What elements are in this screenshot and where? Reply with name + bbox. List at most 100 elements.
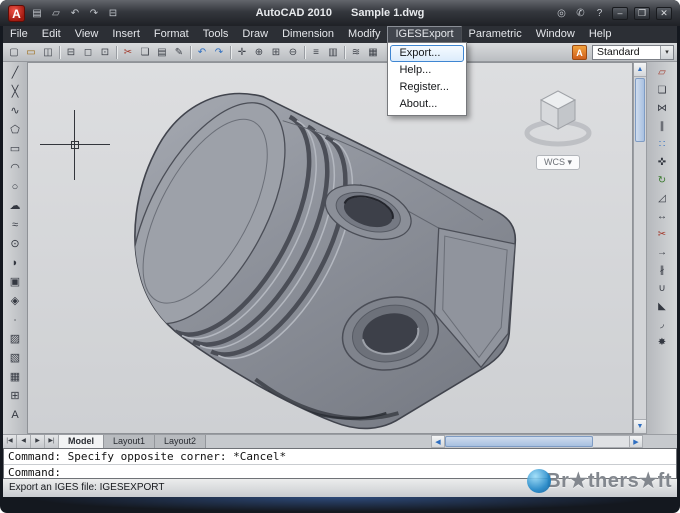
break-icon[interactable]: ∦ xyxy=(652,262,672,280)
menu-igesexport[interactable]: IGESExport Export... Help... Register...… xyxy=(387,26,468,116)
publish-icon[interactable]: ⊡ xyxy=(97,45,113,60)
copy-clip-icon[interactable]: ❏ xyxy=(137,45,153,60)
horizontal-scroll-thumb[interactable] xyxy=(445,436,593,447)
plot-tool-icon[interactable]: ⊟ xyxy=(63,45,79,60)
workspace-icon[interactable]: A xyxy=(572,44,587,60)
restore-button[interactable]: ❐ xyxy=(634,6,650,20)
wcs-selector[interactable]: WCS ▾ xyxy=(535,155,581,170)
fillet-icon[interactable]: ◞ xyxy=(652,316,672,334)
menu-file[interactable]: File xyxy=(3,26,35,43)
scroll-right-icon[interactable]: ▶ xyxy=(629,435,643,448)
insert-block-icon[interactable]: ▣ xyxy=(5,273,25,292)
redo-tool-icon[interactable]: ↷ xyxy=(211,45,227,60)
multiline-text-icon[interactable]: A xyxy=(5,406,25,425)
mirror-icon[interactable]: ⋈ xyxy=(652,100,672,118)
undo-tool-icon[interactable]: ↶ xyxy=(194,45,210,60)
menu-item-about[interactable]: About... xyxy=(390,96,464,113)
chevron-down-icon[interactable]: ▾ xyxy=(660,45,673,59)
paste-icon[interactable]: ▤ xyxy=(154,45,170,60)
viewcube[interactable]: WCS ▾ xyxy=(522,83,594,170)
communication-center-icon[interactable]: ✆ xyxy=(574,8,587,19)
layer-properties-icon[interactable]: ▦ xyxy=(365,45,381,60)
scale-icon[interactable]: ◿ xyxy=(652,190,672,208)
plot-preview-icon[interactable]: ◻ xyxy=(80,45,96,60)
minimize-button[interactable]: – xyxy=(612,6,628,20)
drawing-viewport[interactable]: WCS ▾ xyxy=(27,62,633,434)
save-icon[interactable]: ◫ xyxy=(40,45,56,60)
offset-icon[interactable]: ∥ xyxy=(652,118,672,136)
first-tab-icon[interactable]: |◀ xyxy=(3,435,17,448)
zoom-realtime-icon[interactable]: ⊕ xyxy=(251,45,267,60)
trim-icon[interactable]: ✂ xyxy=(652,226,672,244)
scroll-left-icon[interactable]: ◀ xyxy=(431,435,445,448)
style-dropdown[interactable]: Standard ▾ xyxy=(592,44,674,60)
scroll-up-icon[interactable]: ▲ xyxy=(634,63,646,77)
previous-tab-icon[interactable]: ◀ xyxy=(17,435,31,448)
tab-model[interactable]: Model xyxy=(59,435,104,448)
ellipse-arc-icon[interactable]: ◗ xyxy=(5,254,25,273)
horizontal-scrollbar[interactable]: ◀ ▶ xyxy=(431,435,643,448)
menu-item-help[interactable]: Help... xyxy=(390,62,464,79)
menu-view[interactable]: View xyxy=(68,26,106,43)
tab-layout2[interactable]: Layout2 xyxy=(155,435,207,448)
ellipse-icon[interactable]: ⊙ xyxy=(5,235,25,254)
cut-icon[interactable]: ✂ xyxy=(120,45,136,60)
chamfer-icon[interactable]: ◣ xyxy=(652,298,672,316)
open-file-icon[interactable]: ▭ xyxy=(23,45,39,60)
point-icon[interactable]: ∙ xyxy=(5,311,25,330)
menu-tools[interactable]: Tools xyxy=(196,26,236,43)
vertical-scroll-thumb[interactable] xyxy=(635,78,645,142)
properties-icon[interactable]: ≡ xyxy=(308,45,324,60)
menu-format[interactable]: Format xyxy=(147,26,196,43)
pan-icon[interactable]: ✛ xyxy=(234,45,250,60)
menu-draw[interactable]: Draw xyxy=(235,26,275,43)
spline-icon[interactable]: ≈ xyxy=(5,216,25,235)
copy-object-icon[interactable]: ❏ xyxy=(652,82,672,100)
match-properties-icon[interactable]: ✎ xyxy=(171,45,187,60)
arc-icon[interactable]: ◠ xyxy=(5,159,25,178)
explode-icon[interactable]: ✸ xyxy=(652,334,672,352)
revision-cloud-icon[interactable]: ☁ xyxy=(5,197,25,216)
menu-insert[interactable]: Insert xyxy=(105,26,147,43)
table-icon[interactable]: ⊞ xyxy=(5,387,25,406)
help-icon[interactable]: ? xyxy=(593,8,606,19)
menu-edit[interactable]: Edit xyxy=(35,26,68,43)
join-icon[interactable]: ∪ xyxy=(652,280,672,298)
scroll-down-icon[interactable]: ▼ xyxy=(634,419,646,433)
menu-item-register[interactable]: Register... xyxy=(390,79,464,96)
horizontal-scroll-track[interactable] xyxy=(593,435,629,448)
next-tab-icon[interactable]: ▶ xyxy=(31,435,45,448)
viewcube-icon[interactable] xyxy=(523,83,593,147)
stretch-icon[interactable]: ↔ xyxy=(652,208,672,226)
menu-parametric[interactable]: Parametric xyxy=(462,26,529,43)
line-icon[interactable]: ╱ xyxy=(5,64,25,83)
polygon-icon[interactable]: ⬠ xyxy=(5,121,25,140)
menu-dimension[interactable]: Dimension xyxy=(275,26,341,43)
gradient-icon[interactable]: ▧ xyxy=(5,349,25,368)
zoom-previous-icon[interactable]: ⊖ xyxy=(285,45,301,60)
menu-item-export[interactable]: Export... xyxy=(390,45,465,62)
menu-window[interactable]: Window xyxy=(529,26,582,43)
design-center-icon[interactable]: ▥ xyxy=(325,45,341,60)
vertical-scroll-track[interactable] xyxy=(634,143,646,419)
vertical-scrollbar[interactable]: ▲ ▼ xyxy=(633,62,647,434)
hatch-icon[interactable]: ▨ xyxy=(5,330,25,349)
polyline-icon[interactable]: ∿ xyxy=(5,102,25,121)
circle-icon[interactable]: ○ xyxy=(5,178,25,197)
search-icon[interactable]: ◎ xyxy=(555,8,568,19)
rotate-icon[interactable]: ↻ xyxy=(652,172,672,190)
construction-line-icon[interactable]: ╳ xyxy=(5,83,25,102)
make-block-icon[interactable]: ◈ xyxy=(5,292,25,311)
rectangle-icon[interactable]: ▭ xyxy=(5,140,25,159)
layers-icon[interactable]: ≋ xyxy=(348,45,364,60)
last-tab-icon[interactable]: ▶| xyxy=(45,435,59,448)
menu-modify[interactable]: Modify xyxy=(341,26,387,43)
zoom-window-icon[interactable]: ⊞ xyxy=(268,45,284,60)
erase-icon[interactable]: ▱ xyxy=(652,64,672,82)
region-icon[interactable]: ▦ xyxy=(5,368,25,387)
menu-help[interactable]: Help xyxy=(582,26,619,43)
extend-icon[interactable]: → xyxy=(652,244,672,262)
close-button[interactable]: ✕ xyxy=(656,6,672,20)
qnew-icon[interactable]: ▢ xyxy=(6,45,22,60)
tab-layout1[interactable]: Layout1 xyxy=(104,435,156,448)
